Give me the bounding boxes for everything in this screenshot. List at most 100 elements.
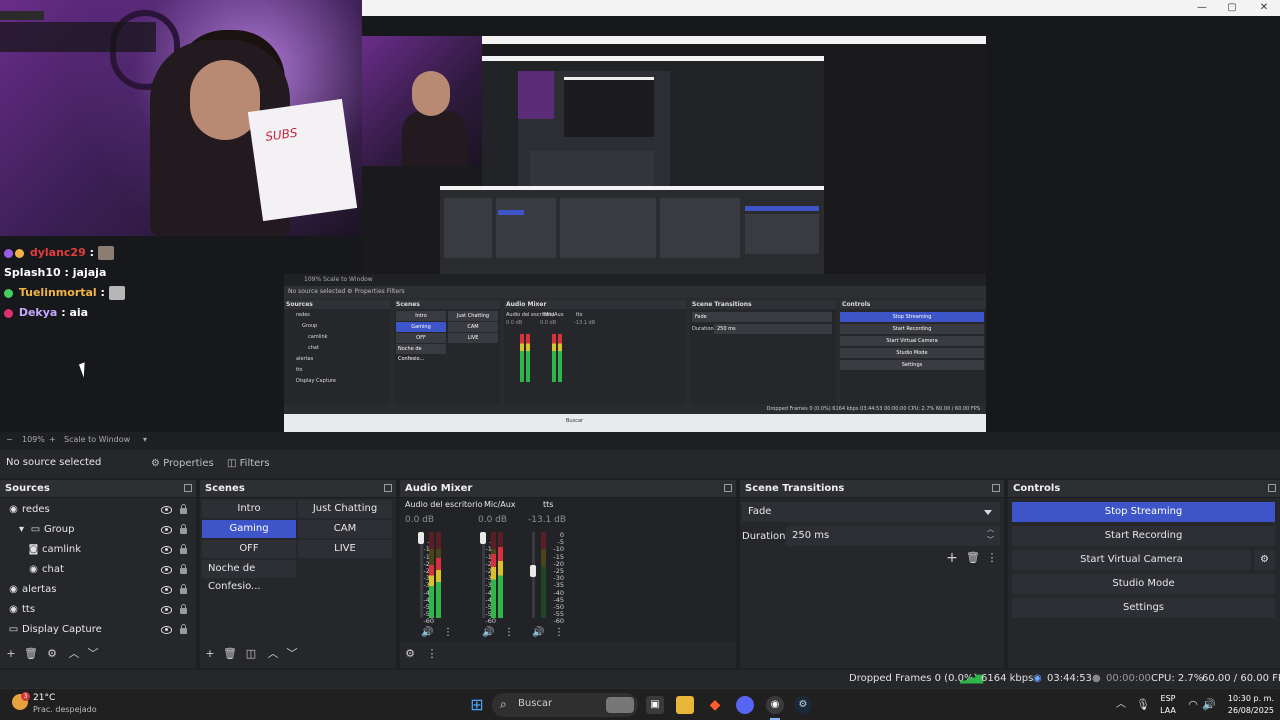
stop-streaming-button[interactable]: Stop Streaming — [1012, 502, 1275, 522]
duration-input[interactable]: 250 ms ︿ ﹀ — [786, 524, 1000, 546]
add-icon[interactable]: + — [5, 648, 17, 660]
more-options-icon[interactable]: ⋮ — [443, 627, 453, 639]
trash-icon[interactable]: 🗑 — [966, 552, 980, 564]
advanced-audio-icon[interactable]: ⚙ — [404, 648, 416, 660]
gear-icon[interactable]: ⚙ — [46, 648, 58, 660]
chat-badge-icon — [4, 308, 13, 318]
visibility-eye-icon[interactable] — [161, 606, 172, 614]
visibility-eye-icon[interactable] — [161, 626, 172, 634]
zoom-out-icon[interactable]: − — [6, 432, 13, 448]
spin-arrows-icon[interactable]: ︿ ﹀ — [987, 524, 994, 546]
chevron-down-icon[interactable]: ▾ — [143, 432, 147, 448]
popout-icon[interactable] — [724, 484, 732, 492]
taskbar-search[interactable]: ⌕ Buscar — [492, 693, 638, 717]
settings-button[interactable]: Settings — [1012, 598, 1275, 618]
discord-icon[interactable] — [736, 696, 754, 714]
scene-off[interactable]: OFF — [202, 540, 296, 558]
overlay-tag — [0, 11, 44, 20]
lock-icon[interactable] — [180, 544, 187, 554]
speaker-icon[interactable]: 🔊 — [482, 628, 494, 638]
preview-canvas[interactable]: — ▢ ✕ SUBS dylanc29 : Splash10 : jajaja … — [0, 0, 1280, 432]
lock-icon[interactable] — [180, 584, 187, 594]
lock-icon[interactable] — [180, 564, 187, 574]
visibility-eye-icon[interactable] — [161, 546, 172, 554]
expand-caret-icon[interactable]: ▾ — [16, 524, 27, 535]
move-down-icon[interactable]: ﹀ — [286, 648, 298, 660]
file-explorer-icon[interactable] — [676, 696, 694, 714]
popout-icon[interactable] — [184, 484, 192, 492]
more-options-icon[interactable]: ⋮ — [426, 648, 438, 660]
close-icon[interactable]: ✕ — [1256, 1, 1272, 15]
properties-button[interactable]: ⚙ Properties — [146, 455, 219, 473]
filters-button[interactable]: ◫ Filters — [222, 455, 275, 473]
source-item-chat[interactable]: ◉ chat — [0, 560, 196, 580]
visibility-eye-icon[interactable] — [161, 526, 172, 534]
popout-icon[interactable] — [992, 484, 1000, 492]
source-item-alertas[interactable]: ◉ alertas — [0, 580, 196, 600]
brave-browser-icon[interactable]: ◆ — [706, 696, 724, 714]
start-recording-button[interactable]: Start Recording — [1012, 526, 1275, 546]
source-item-tts[interactable]: ◉ tts — [0, 600, 196, 620]
scene-noche-de-confesiones[interactable]: Noche de Confesio... — [202, 560, 296, 592]
nested-scene-item: Gaming — [396, 322, 446, 332]
speaker-icon[interactable]: 🔊 — [532, 628, 544, 638]
add-icon[interactable]: + — [946, 551, 958, 565]
scene-gaming[interactable]: Gaming — [202, 520, 296, 538]
source-item-redes[interactable]: ◉ redes — [0, 500, 196, 520]
search-icon: ⌕ — [500, 697, 507, 711]
microphone-icon[interactable]: 🎙 — [1134, 696, 1152, 714]
minimize-icon[interactable]: — — [1194, 1, 1210, 15]
scene-intro[interactable]: Intro — [202, 500, 296, 518]
popout-icon[interactable] — [384, 484, 392, 492]
lock-icon[interactable] — [180, 624, 187, 634]
chevron-up-icon[interactable]: ︿ — [1112, 696, 1130, 714]
start-virtual-camera-button[interactable]: Start Virtual Camera — [1012, 550, 1251, 570]
more-options-icon[interactable]: ⋮ — [504, 627, 514, 639]
speaker-icon[interactable]: 🔊 — [421, 628, 433, 638]
source-item-group[interactable]: ▾ ▭ Group — [0, 520, 196, 540]
source-item-camlink[interactable]: ◙ camlink — [0, 540, 196, 560]
popout-icon[interactable] — [1268, 484, 1276, 492]
visibility-eye-icon[interactable] — [161, 506, 172, 514]
mixer-area — [400, 498, 736, 642]
zoom-in-icon[interactable]: + — [49, 432, 56, 448]
volume-icon[interactable]: 🔊 — [1200, 696, 1218, 714]
visibility-eye-icon[interactable] — [161, 566, 172, 574]
filter-icon[interactable]: ◫ — [245, 648, 257, 660]
lock-icon[interactable] — [180, 504, 187, 514]
status-bar: Dropped Frames 0 (0.0%) ▂▄▆ 6164 kbps ◉ … — [0, 670, 1280, 688]
move-up-icon[interactable]: ︿ — [68, 648, 80, 660]
slider-handle[interactable] — [530, 565, 536, 578]
add-icon[interactable]: + — [204, 648, 216, 660]
scale-mode[interactable]: Scale to Window — [64, 432, 130, 448]
trash-icon[interactable]: 🗑 — [24, 648, 38, 660]
virtual-camera-settings-button[interactable]: ⚙ — [1254, 550, 1275, 570]
task-view-icon[interactable]: ▣ — [646, 696, 664, 714]
language-indicator[interactable]: ESP LAA — [1158, 693, 1178, 717]
nested-scene-item: Just Chatting — [448, 311, 498, 321]
visibility-eye-icon[interactable] — [161, 586, 172, 594]
windows-start-icon[interactable]: ⊞ — [468, 696, 486, 714]
webcam-feed: SUBS — [0, 0, 362, 236]
trash-icon[interactable]: 🗑 — [223, 648, 237, 660]
steam-icon[interactable]: ⚙ — [794, 696, 812, 714]
record-time: 00:00:00 — [1106, 673, 1151, 684]
lock-icon[interactable] — [180, 524, 187, 534]
lock-icon[interactable] — [180, 604, 187, 614]
move-up-icon[interactable]: ︿ — [267, 648, 279, 660]
transition-select[interactable]: Fade — [742, 502, 1000, 522]
nested-audio-title: Audio Mixer — [504, 300, 686, 309]
nested-control-button: Start Recording — [840, 324, 984, 334]
nested-webcam — [362, 36, 482, 166]
scene-live[interactable]: LIVE — [298, 540, 392, 558]
studio-mode-button[interactable]: Studio Mode — [1012, 574, 1275, 594]
scene-just-chatting[interactable]: Just Chatting — [298, 500, 392, 518]
maximize-icon[interactable]: ▢ — [1224, 1, 1240, 15]
system-clock[interactable]: 10:30 p. m. 26/08/2025 — [1224, 693, 1274, 717]
more-options-icon[interactable]: ⋮ — [554, 627, 564, 639]
more-options-icon[interactable]: ⋮ — [986, 552, 998, 564]
obs-icon[interactable]: ◉ — [766, 696, 784, 714]
move-down-icon[interactable]: ﹀ — [87, 648, 99, 660]
source-item-display-capture[interactable]: ▭ Display Capture — [0, 620, 196, 640]
scene-cam[interactable]: CAM — [298, 520, 392, 538]
